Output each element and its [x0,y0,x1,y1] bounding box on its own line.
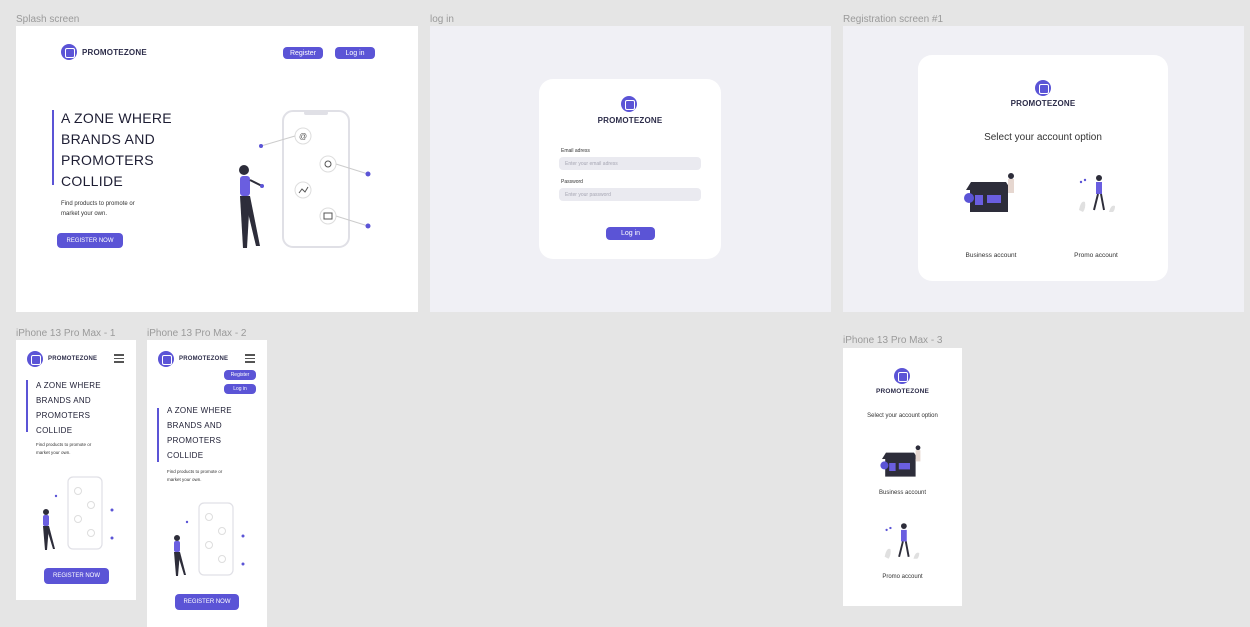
registration-logo [1035,80,1051,96]
logo-icon [61,44,77,60]
register-now-button[interactable]: REGISTER NOW [57,233,123,248]
registration-card: PROMOTEZONE Select your account option B… [918,55,1168,281]
hero-headline: A ZONE WHERE BRANDS AND PROMOTERS COLLID… [167,403,232,463]
headline-line: COLLIDE [61,173,124,189]
register-button[interactable]: Register [224,370,256,380]
mobile-brand-logo[interactable]: PROMOTEZONE [27,351,97,367]
brand-name: PROMOTEZONE [82,47,147,57]
headline-accent-bar [52,110,54,185]
promo-account-illustration[interactable] [877,518,925,562]
brand-name: PROMOTEZONE [48,356,98,362]
frame-label-iphone1: iPhone 13 Pro Max - 1 [16,328,116,339]
subtext-line: market your own. [167,477,202,482]
password-label: Password [561,179,583,185]
logo-icon [621,96,637,112]
register-now-button[interactable]: REGISTER NOW [175,594,239,610]
hero-headline: A ZONE WHERE BRANDS AND PROMOTERS COLLID… [36,378,101,438]
logo-icon [158,351,174,367]
phone-illustration [174,502,245,576]
brand-name: PROMOTEZONE [597,116,663,125]
design-canvas: Splash screen log in Registration screen… [0,0,1250,627]
business-account-illustration[interactable] [874,443,930,479]
hero-subtext: Find products to promote or market your … [167,468,222,484]
login-card: PROMOTEZONE Email adress Enter your emai… [539,79,721,259]
phone-illustration: @ [239,110,371,248]
login-submit-button[interactable]: Log in [606,227,655,240]
headline-line: BRANDS AND [36,396,92,405]
headline-line: COLLIDE [167,451,204,460]
headline-line: A ZONE WHERE [61,110,172,126]
registration-brand: PROMOTEZONE [918,99,1168,108]
subtext-line: market your own. [61,211,108,217]
iphone2-frame: PROMOTEZONE Register Log in A ZONE WHERE… [147,340,267,627]
mobile-logo [894,368,910,384]
registration-title: Select your account option [984,132,1102,143]
subtext-line: Find products to promote or [61,201,135,207]
business-account-label[interactable]: Business account [953,252,1029,259]
subtext-line: Find products to promote or [167,469,223,474]
brand-logo[interactable]: PROMOTEZONE [61,44,147,60]
frame-label-login: log in [430,14,454,25]
hamburger-menu-icon[interactable] [114,352,124,365]
logo-icon [894,368,910,384]
business-account-label[interactable]: Business account [843,490,962,496]
subtext-line: market your own. [36,450,71,455]
login-frame: PROMOTEZONE Email adress Enter your emai… [430,26,831,312]
logo-icon [27,351,43,367]
promo-account-label[interactable]: Promo account [843,574,962,580]
login-logo [621,96,637,112]
headline-line: PROMOTERS [61,152,154,168]
password-field[interactable]: Enter your password [559,188,701,201]
svg-text:@: @ [299,132,307,141]
phone-illustration [43,476,114,550]
mobile-brand-logo[interactable]: PROMOTEZONE [158,351,228,367]
login-button[interactable]: Log in [224,384,256,394]
registration-frame: PROMOTEZONE Select your account option B… [843,26,1244,312]
headline-line: PROMOTERS [36,411,91,420]
hamburger-menu-icon[interactable] [245,352,255,365]
logo-icon [1035,80,1051,96]
headline-line: PROMOTERS [167,436,222,445]
login-button[interactable]: Log in [335,47,375,59]
headline-line: BRANDS AND [61,131,156,147]
email-field[interactable]: Enter your email adress [559,157,701,170]
iphone1-frame: PROMOTEZONE A ZONE WHERE BRANDS AND PROM… [16,340,136,600]
brand-name: PROMOTEZONE [1010,99,1076,108]
brand-name: PROMOTEZONE [875,388,930,395]
headline-line: A ZONE WHERE [36,381,101,390]
iphone3-frame: PROMOTEZONE Select your account option B… [843,348,962,606]
promo-account-label[interactable]: Promo account [1058,252,1134,259]
frame-label-iphone3: iPhone 13 Pro Max - 3 [843,335,943,346]
mobile-brand: PROMOTEZONE [843,388,962,395]
frame-label-iphone2: iPhone 13 Pro Max - 2 [147,328,247,339]
splash-frame: PROMOTEZONE Register Log in A ZONE WHERE… [16,26,418,312]
hero-headline: A ZONE WHERE BRANDS AND PROMOTERS COLLID… [61,108,172,192]
headline-accent-bar [157,408,159,462]
hero-subtext: Find products to promote or market your … [36,441,91,457]
headline-line: COLLIDE [36,426,73,435]
register-button[interactable]: Register [283,47,323,59]
subtext-line: Find products to promote or [36,442,92,447]
headline-accent-bar [26,380,28,432]
frame-label-registration: Registration screen #1 [843,14,944,25]
register-now-button[interactable]: REGISTER NOW [44,568,109,584]
headline-line: BRANDS AND [167,421,223,430]
frame-label-splash: Splash screen [16,14,80,25]
brand-name: PROMOTEZONE [179,356,229,362]
login-brand: PROMOTEZONE [539,116,721,125]
promo-account-illustration[interactable] [1071,170,1121,215]
headline-line: A ZONE WHERE [167,406,232,415]
email-label: Email adress [561,148,590,154]
registration-title: Select your account option [867,413,938,419]
business-account-illustration[interactable] [961,170,1021,215]
hero-subtext: Find products to promote or market your … [61,199,135,219]
